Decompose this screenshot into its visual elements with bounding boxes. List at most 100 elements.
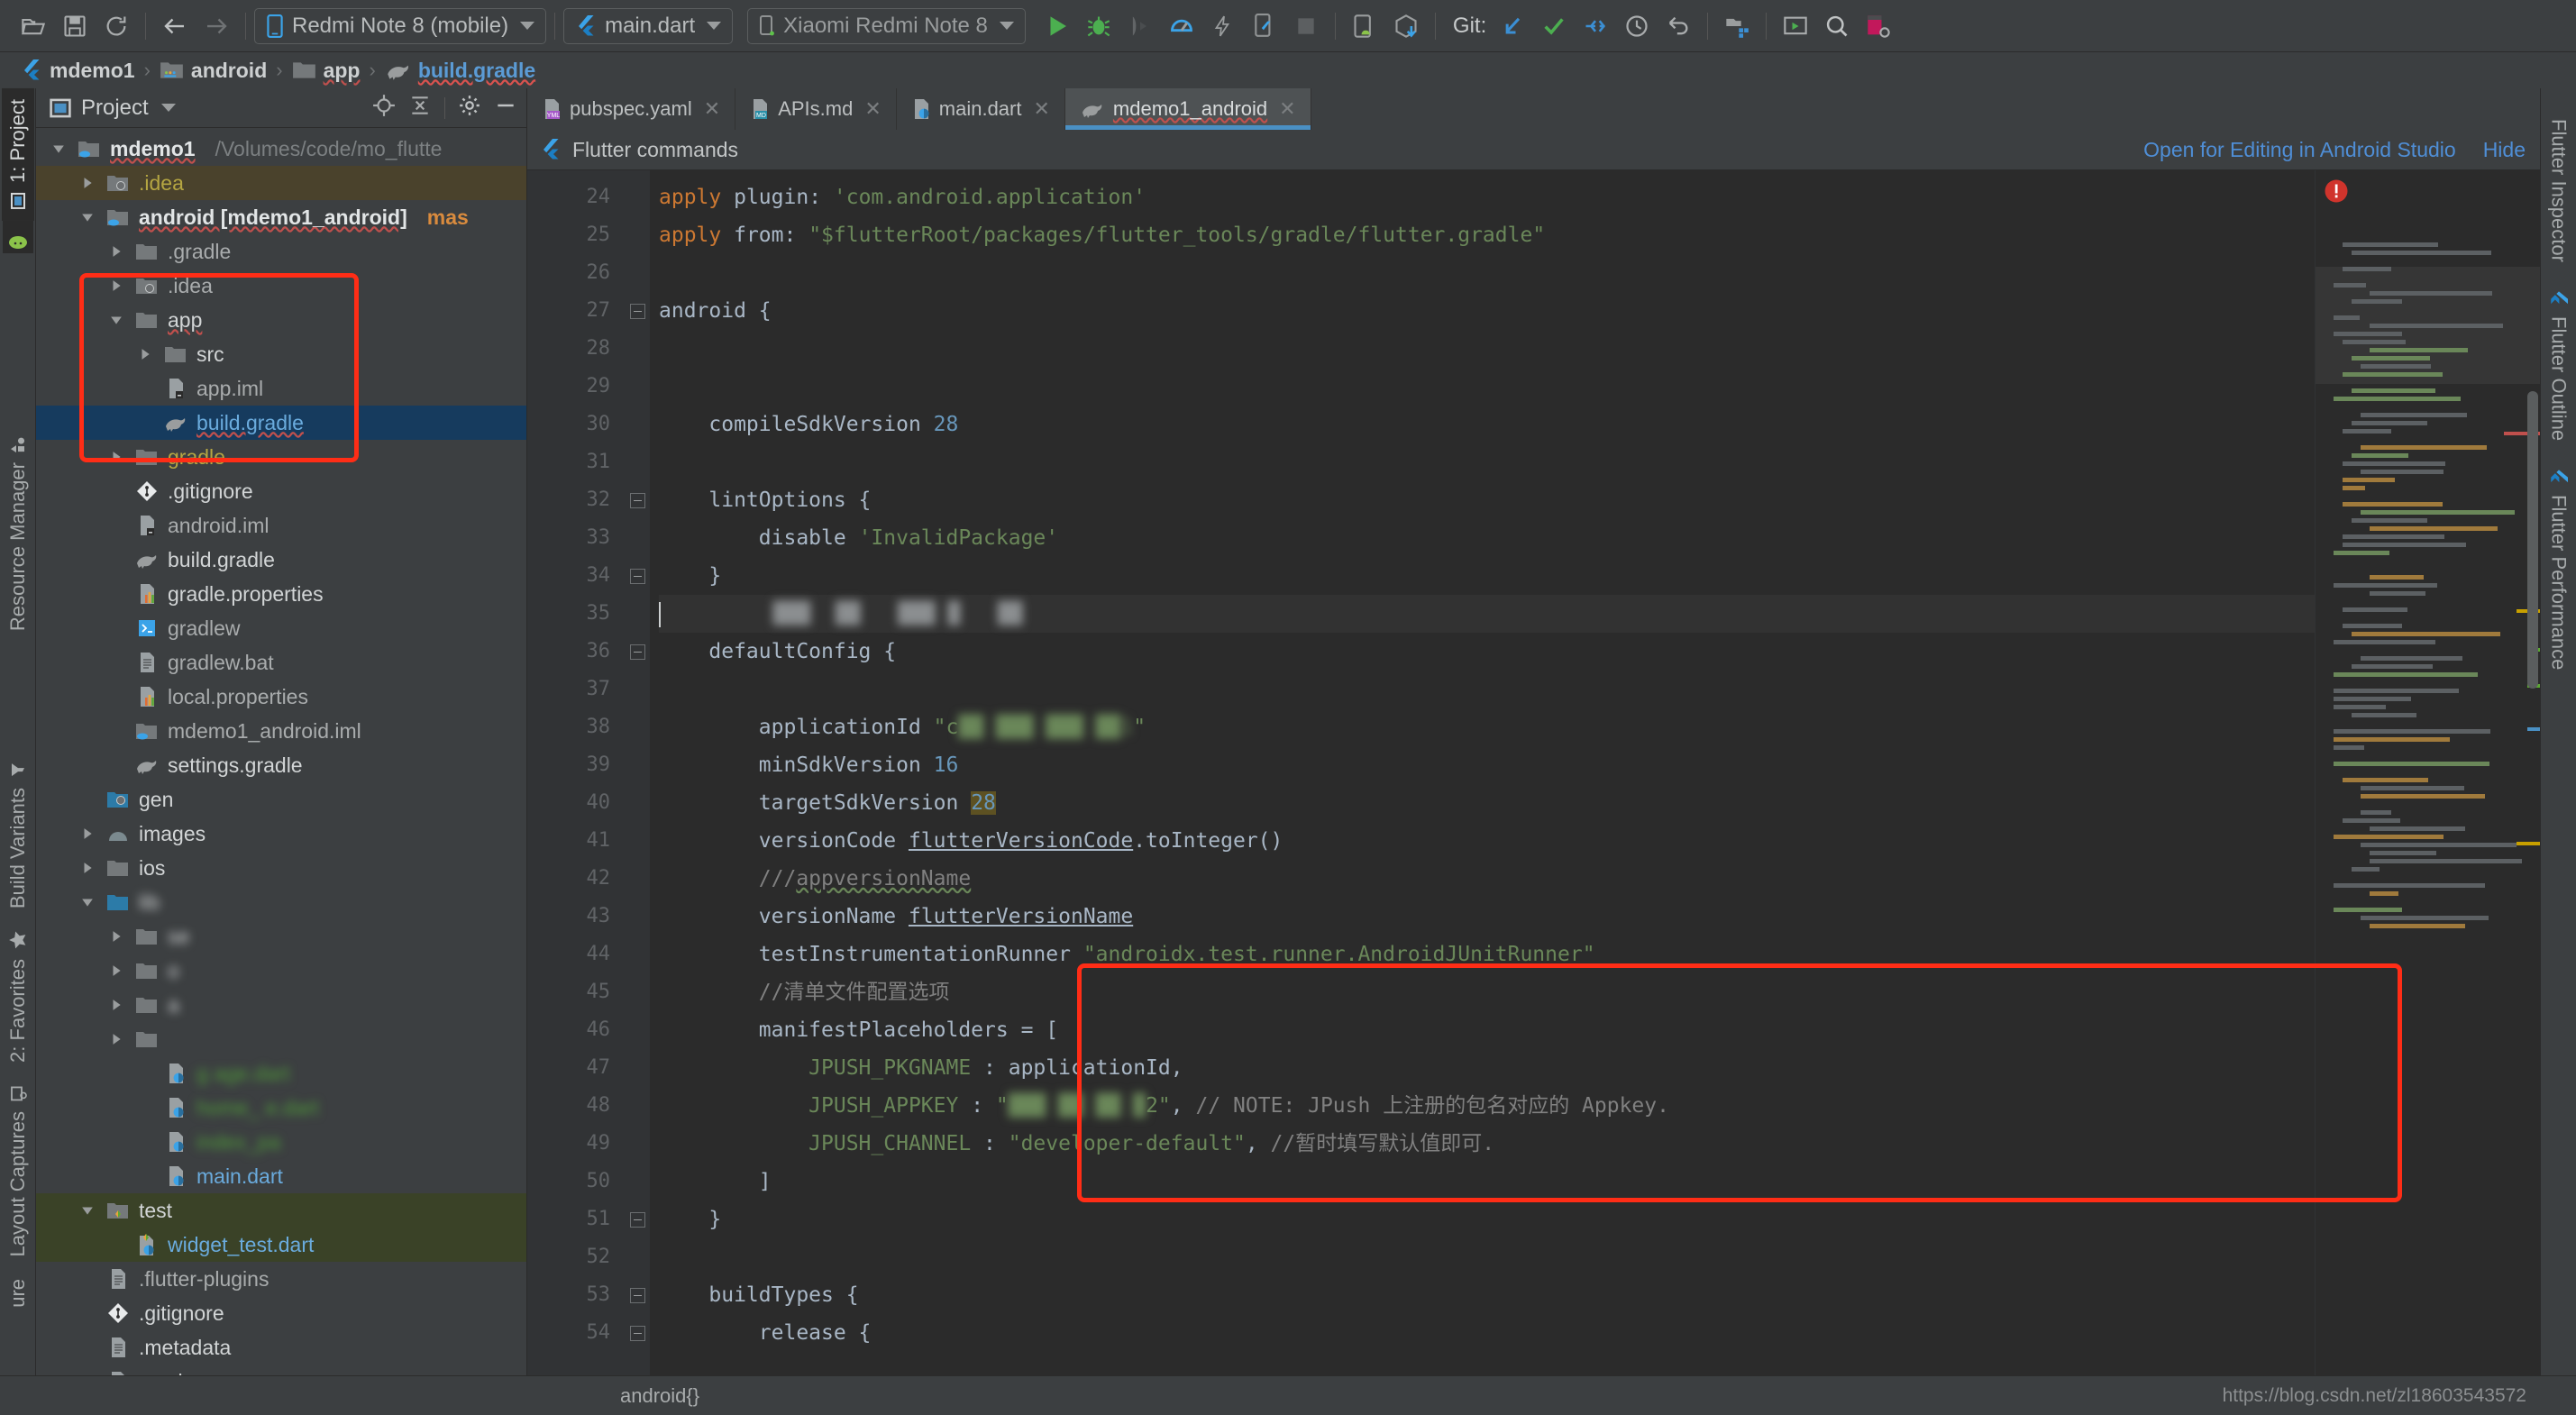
code-line[interactable]: //清单文件配置选项: [659, 973, 2315, 1011]
breadcrumb-item-app[interactable]: app: [292, 59, 361, 83]
tree-row[interactable]: o: [36, 954, 526, 988]
warning-stripe-yellow-2[interactable]: [2517, 842, 2540, 845]
info-stripe-blue[interactable]: [2527, 727, 2540, 731]
tree-row[interactable]: a: [36, 988, 526, 1022]
code-line[interactable]: minSdkVersion 16: [659, 746, 2315, 784]
tree-row[interactable]: home_ e.dart: [36, 1091, 526, 1125]
collapse-all-icon[interactable]: [408, 94, 432, 122]
tree-row[interactable]: gradlew.bat: [36, 645, 526, 680]
close-icon[interactable]: ✕: [1033, 97, 1049, 121]
run-to-cursor-icon[interactable]: [1119, 5, 1161, 47]
editor-tab[interactable]: mdemo1_android✕: [1065, 88, 1311, 130]
history-icon[interactable]: [1616, 5, 1658, 47]
tree-row[interactable]: main.dart: [36, 1159, 526, 1193]
chevron-down-icon[interactable]: [49, 142, 69, 155]
breadcrumb-item-android[interactable]: android: [160, 59, 267, 83]
tree-row[interactable]: .idea: [36, 166, 526, 200]
code-minimap[interactable]: [2315, 170, 2540, 1375]
code-line[interactable]: manifestPlaceholders = [: [659, 1011, 2315, 1049]
tree-row[interactable]: images: [36, 817, 526, 851]
code-fold-toggle[interactable]: [625, 1314, 650, 1352]
code-line[interactable]: apply plugin: 'com.android.application': [659, 178, 2315, 216]
tree-row[interactable]: .metadata: [36, 1330, 526, 1365]
code-line[interactable]: [659, 254, 2315, 292]
update-project-icon[interactable]: [1492, 5, 1533, 47]
run-icon[interactable]: [1037, 5, 1078, 47]
hide-icon[interactable]: [494, 94, 517, 122]
debug-icon[interactable]: [1078, 5, 1119, 47]
code-line[interactable]: ///appversionName: [659, 860, 2315, 898]
open-folder-icon[interactable]: [13, 5, 54, 47]
sdk-manager-icon[interactable]: [1385, 5, 1427, 47]
code-fold-toggle[interactable]: [625, 633, 650, 671]
tree-row[interactable]: build.gradle: [36, 543, 526, 577]
chevron-right-icon[interactable]: [78, 862, 97, 874]
code-line[interactable]: [659, 1238, 2315, 1276]
code-line[interactable]: versionName flutterVersionName: [659, 898, 2315, 936]
tree-row[interactable]: gen: [36, 782, 526, 817]
chevron-right-icon[interactable]: [106, 245, 126, 258]
code-line[interactable]: versionCode flutterVersionCode.toInteger…: [659, 822, 2315, 860]
layout-inspector-icon[interactable]: [1858, 5, 1899, 47]
tree-row[interactable]: se: [36, 919, 526, 954]
chevron-down-icon[interactable]: [161, 104, 176, 112]
tree-row[interactable]: settings.gradle: [36, 748, 526, 782]
sidebar-item-project[interactable]: 1: Project: [2, 88, 34, 221]
code-line[interactable]: lintOptions {: [659, 481, 2315, 519]
close-icon[interactable]: ✕: [704, 97, 720, 121]
code-line[interactable]: apply from: "$flutterRoot/packages/flutt…: [659, 216, 2315, 254]
code-line[interactable]: JPUSH_APPKEY : "███ ██ ██ █2", // NOTE: …: [659, 1087, 2315, 1125]
close-icon[interactable]: ✕: [1279, 97, 1295, 121]
code-editor[interactable]: apply plugin: 'com.android.application'a…: [650, 170, 2315, 1375]
chevron-down-icon[interactable]: [78, 211, 97, 224]
revert-icon[interactable]: [1658, 5, 1699, 47]
tree-row[interactable]: .idea: [36, 269, 526, 303]
code-fold-toggle[interactable]: [625, 481, 650, 519]
vertical-scrollbar[interactable]: [2527, 391, 2538, 689]
chevron-down-icon[interactable]: [78, 1204, 97, 1217]
code-line[interactable]: }: [659, 557, 2315, 595]
sync-icon[interactable]: [96, 5, 137, 47]
code-line[interactable]: compileSdkVersion 28: [659, 406, 2315, 443]
tree-row[interactable]: app: [36, 303, 526, 337]
device-target-combo[interactable]: Xiaomi Redmi Note 8: [747, 8, 1026, 44]
search-everywhere-icon[interactable]: [1816, 5, 1858, 47]
editor-tab[interactable]: YMLpubspec.yaml✕: [527, 88, 735, 130]
project-tree[interactable]: mdemo1/Volumes/code/mo_flutte.ideaandroi…: [36, 128, 526, 1375]
code-fold-toggle[interactable]: [625, 292, 650, 330]
code-line[interactable]: disable 'InvalidPackage': [659, 519, 2315, 557]
code-line[interactable]: release {: [659, 1314, 2315, 1352]
chevron-right-icon[interactable]: [106, 1033, 126, 1045]
code-fold-toggle[interactable]: [625, 1276, 650, 1314]
tree-row[interactable]: gradle.properties: [36, 577, 526, 611]
back-arrow-icon[interactable]: [154, 5, 196, 47]
error-indicator-icon[interactable]: [2323, 178, 2350, 209]
breadcrumb-item-module[interactable]: mdemo1: [20, 59, 135, 83]
hide-link[interactable]: Hide: [2483, 138, 2526, 162]
avd-manager-icon[interactable]: [1344, 5, 1385, 47]
tree-row[interactable]: local.properties: [36, 680, 526, 714]
code-line[interactable]: }: [659, 1200, 2315, 1238]
chevron-right-icon[interactable]: [78, 177, 97, 189]
tree-row[interactable]: gradle: [36, 440, 526, 474]
code-line[interactable]: [659, 671, 2315, 708]
code-line[interactable]: testInstrumentationRunner "androidx.test…: [659, 936, 2315, 973]
sidebar-item-flutter-performance[interactable]: Flutter Performance: [2543, 453, 2575, 682]
editor-tab[interactable]: main.dart✕: [897, 88, 1065, 130]
code-fold-toggle[interactable]: [625, 1200, 650, 1238]
code-line[interactable]: JPUSH_CHANNEL : "developer-default", //暂…: [659, 1125, 2315, 1163]
chevron-right-icon[interactable]: [106, 964, 126, 977]
code-line[interactable]: applicationId "c██ ███ ███ ██1": [659, 708, 2315, 746]
code-line[interactable]: [659, 330, 2315, 368]
stop-icon[interactable]: [1285, 5, 1327, 47]
tree-row[interactable]: android.iml: [36, 508, 526, 543]
profile-icon[interactable]: [1161, 5, 1202, 47]
sidebar-item-structure[interactable]: ure: [2, 1268, 34, 1319]
code-line[interactable]: ]: [659, 1163, 2315, 1200]
sidebar-item-android-resource[interactable]: [3, 221, 33, 253]
code-line[interactable]: buildTypes {: [659, 1276, 2315, 1314]
hot-reload-icon[interactable]: [1202, 5, 1244, 47]
breadcrumb-item-file[interactable]: build.gradle: [385, 59, 535, 83]
sidebar-item-resource-manager[interactable]: Resource Manager: [2, 424, 34, 642]
code-line[interactable]: [659, 368, 2315, 406]
